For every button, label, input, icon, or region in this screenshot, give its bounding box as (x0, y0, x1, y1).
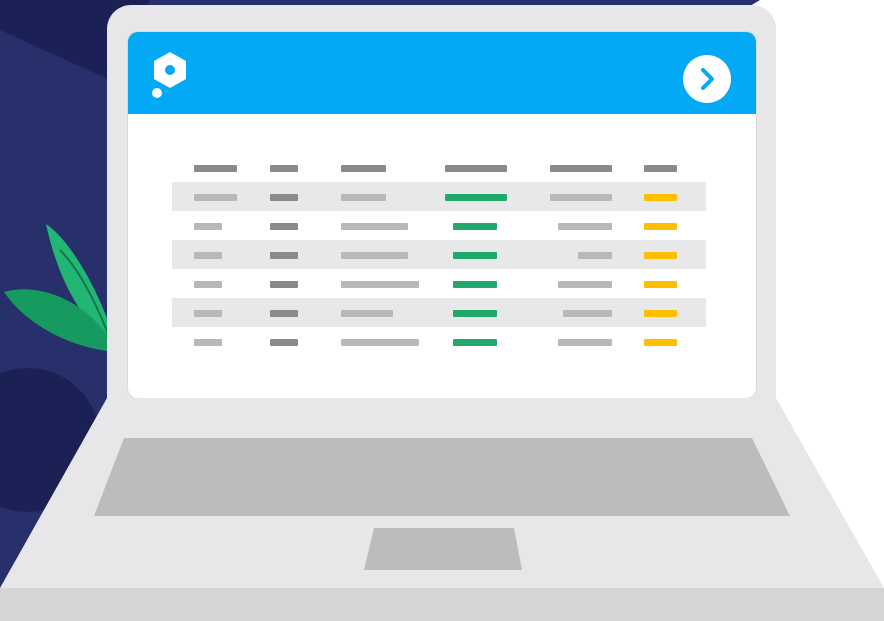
keyboard-area (94, 438, 790, 516)
status-bar-green (453, 222, 497, 230)
status-bar-green (453, 251, 497, 259)
cell-placeholder (270, 309, 298, 317)
cell-placeholder (270, 280, 298, 288)
cell-placeholder (558, 280, 612, 288)
cell-placeholder (194, 338, 222, 346)
laptop-screen (128, 32, 756, 398)
status-bar-yellow (644, 222, 677, 230)
header-placeholder (644, 165, 677, 172)
cell-placeholder (341, 280, 419, 288)
header-placeholder (194, 165, 237, 172)
laptop-base (0, 398, 884, 621)
status-bar-green (453, 338, 497, 346)
table-row[interactable] (172, 298, 706, 327)
header-placeholder (341, 165, 386, 172)
status-bar-yellow (644, 309, 677, 317)
next-button[interactable] (683, 55, 731, 103)
status-bar-yellow (644, 280, 677, 288)
cell-placeholder (550, 193, 612, 201)
table-row[interactable] (172, 211, 706, 240)
cell-placeholder (270, 222, 298, 230)
illustration-scene (0, 0, 884, 621)
cell-placeholder (341, 338, 419, 346)
table-row[interactable] (172, 269, 706, 298)
data-table (172, 150, 706, 356)
cell-placeholder (341, 193, 386, 201)
cell-placeholder (194, 309, 222, 317)
cell-placeholder (558, 338, 612, 346)
table-header-row (172, 150, 706, 186)
chevron-right-icon (701, 68, 714, 90)
trackpad (364, 528, 522, 570)
table-row[interactable] (172, 240, 706, 269)
status-bar-green (453, 309, 497, 317)
header-placeholder (270, 165, 298, 172)
app-header (128, 32, 756, 114)
cell-placeholder (194, 280, 222, 288)
cell-placeholder (341, 222, 408, 230)
status-bar-yellow (644, 193, 677, 201)
cell-placeholder (270, 338, 298, 346)
cell-placeholder (194, 251, 222, 259)
cell-placeholder (558, 222, 612, 230)
header-placeholder (550, 165, 612, 172)
cell-placeholder (194, 193, 237, 201)
cell-placeholder (563, 309, 612, 317)
cell-placeholder (341, 251, 408, 259)
cell-placeholder (270, 193, 298, 201)
cell-placeholder (270, 251, 298, 259)
status-bar-green (453, 280, 497, 288)
status-bar-yellow (644, 338, 677, 346)
header-placeholder (445, 165, 507, 172)
table-row[interactable] (172, 182, 706, 211)
table-row[interactable] (172, 327, 706, 356)
cell-placeholder (194, 222, 222, 230)
status-bar-yellow (644, 251, 677, 259)
cell-placeholder (341, 309, 393, 317)
hexagon-logo-icon (152, 52, 186, 98)
status-bar-green (445, 193, 507, 201)
cell-placeholder (578, 251, 612, 259)
